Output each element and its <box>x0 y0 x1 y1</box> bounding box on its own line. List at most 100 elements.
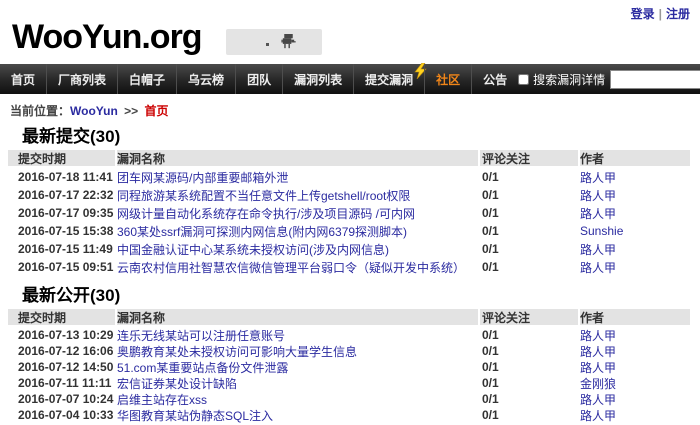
comment-follow-count: 0/1 <box>480 224 578 238</box>
author-link[interactable]: 路人甲 <box>580 343 690 360</box>
author-link[interactable]: 路人甲 <box>580 407 690 424</box>
author-link[interactable]: 路人甲 <box>580 169 690 186</box>
comment-follow-count: 0/1 <box>480 328 578 342</box>
nav-item-vendor-list[interactable]: 厂商列表 <box>46 64 117 94</box>
author-link[interactable]: 路人甲 <box>580 359 690 376</box>
column-header: 漏洞名称 <box>117 150 478 166</box>
table-row: 2016-07-17 09:35网级计量自动化系统存在命令执行/涉及项目源码 /… <box>8 204 692 222</box>
column-header: 提交时期 <box>8 150 115 166</box>
submit-date: 2016-07-15 15:38 <box>8 224 115 238</box>
author-link[interactable]: 路人甲 <box>580 241 690 258</box>
table-row: 2016-07-15 15:38360某处ssrf漏洞可探测内网信息(附内网63… <box>8 222 692 240</box>
nav-item-teams[interactable]: 团队 <box>235 64 282 94</box>
submit-date: 2016-07-11 11:11 <box>8 376 115 390</box>
table-header-row: 提交时期漏洞名称评论关注作者 <box>8 150 692 166</box>
nav-item-label: 提交漏洞 <box>365 71 413 88</box>
vuln-title-link[interactable]: 中国金融认证中心某系统未授权访问(涉及内网信息) <box>117 241 478 258</box>
nav-item-white-hats[interactable]: 白帽子 <box>117 64 176 94</box>
table-row: 2016-07-15 09:51云南农村信用社智慧农信微信管理平台弱口令（疑似开… <box>8 258 692 276</box>
nav-item-vuln-list[interactable]: 漏洞列表 <box>282 64 353 94</box>
comment-follow-count: 0/1 <box>480 260 578 274</box>
table-body: 2016-07-18 11:41团车网某源码/内部重要邮箱外泄0/1路人甲201… <box>8 166 692 279</box>
search-bar: 搜索漏洞详情 <box>518 64 700 94</box>
table-row: 2016-07-04 10:33华图教育某站伪静态SQL注入0/1路人甲 <box>8 407 692 423</box>
submit-date: 2016-07-18 11:41 <box>8 170 115 184</box>
vuln-title-link[interactable]: 团车网某源码/内部重要邮箱外泄 <box>117 169 478 186</box>
author-link[interactable]: 路人甲 <box>580 205 690 222</box>
vuln-title-link[interactable]: 连乐无线某站可以注册任意账号 <box>117 327 478 344</box>
section-title: 最新公开(30) <box>8 279 692 309</box>
author-link[interactable]: 路人甲 <box>580 259 690 276</box>
site-logo[interactable]: WooYun.org <box>12 18 202 57</box>
latest-public-table: 提交时期漏洞名称评论关注作者 2016-07-13 10:29连乐无线某站可以注… <box>8 309 692 425</box>
column-header: 作者 <box>580 150 690 166</box>
breadcrumb-wooyun-link[interactable]: WooYun <box>70 104 118 118</box>
comment-follow-count: 0/1 <box>480 408 578 422</box>
vuln-title-link[interactable]: 360某处ssrf漏洞可探测内网信息(附内网6379探测脚本) <box>117 223 478 240</box>
register-link[interactable]: 注册 <box>666 7 690 21</box>
author-link[interactable]: 路人甲 <box>580 391 690 408</box>
latest-submissions-section: 最新提交(30) 提交时期漏洞名称评论关注作者 2016-07-18 11:41… <box>8 120 692 279</box>
column-header: 作者 <box>580 309 690 325</box>
table-row: 2016-07-12 14:5051.com某重要站点备份文件泄露0/1路人甲 <box>8 359 692 375</box>
site-header: 登录|注册 WooYun.org <box>0 0 700 64</box>
nav-item-home[interactable]: 首页 <box>0 64 46 94</box>
latest-public-section: 最新公开(30) 提交时期漏洞名称评论关注作者 2016-07-13 10:29… <box>8 279 692 425</box>
vuln-title-link[interactable]: 启维主站存在xss <box>117 391 478 408</box>
wooyun-homepage: 登录|注册 WooYun.org 首页 厂商列表 白帽子 乌云榜 团队 <box>0 0 700 425</box>
comment-follow-count: 0/1 <box>480 188 578 202</box>
comment-follow-count: 0/1 <box>480 242 578 256</box>
vuln-title-link[interactable]: 奥鹏教育某处未授权访问可影响大量学生信息 <box>117 343 478 360</box>
author-link[interactable]: 金刚狼 <box>580 375 690 392</box>
submit-date: 2016-07-17 22:32 <box>8 188 115 202</box>
column-header: 提交时期 <box>8 309 115 325</box>
breadcrumb-home-link[interactable]: 首页 <box>145 104 169 118</box>
submit-date: 2016-07-12 14:50 <box>8 360 115 374</box>
vuln-title-link[interactable]: 51.com某重要站点备份文件泄露 <box>117 359 478 376</box>
vuln-title-link[interactable]: 华图教育某站伪静态SQL注入 <box>117 407 478 424</box>
section-title: 最新提交(30) <box>8 120 692 150</box>
breadcrumb: 当前位置：WooYun >> 首页 <box>0 94 700 120</box>
nav-item-community[interactable]: 社区 <box>424 64 471 94</box>
vuln-title-link[interactable]: 云南农村信用社智慧农信微信管理平台弱口令（疑似开发中系统） <box>117 259 478 276</box>
nav-item-wooyun-rank[interactable]: 乌云榜 <box>176 64 235 94</box>
comment-follow-count: 0/1 <box>480 392 578 406</box>
table-row: 2016-07-17 22:32同程旅游某系统配置不当任意文件上传getshel… <box>8 186 692 204</box>
comment-follow-count: 0/1 <box>480 170 578 184</box>
vuln-title-link[interactable]: 网级计量自动化系统存在命令执行/涉及项目源码 /可内网 <box>117 205 478 222</box>
submit-date: 2016-07-07 10:24 <box>8 392 115 406</box>
submit-date: 2016-07-13 10:29 <box>8 328 115 342</box>
author-link[interactable]: 路人甲 <box>580 187 690 204</box>
placeholder-dot <box>266 43 269 46</box>
nav-item-announcements[interactable]: 公告 <box>471 64 518 94</box>
dino-icon <box>280 34 297 51</box>
table-row: 2016-07-18 11:41团车网某源码/内部重要邮箱外泄0/1路人甲 <box>8 168 692 186</box>
main-content: 最新提交(30) 提交时期漏洞名称评论关注作者 2016-07-18 11:41… <box>0 120 700 425</box>
vuln-title-link[interactable]: 宏信证券某处设计缺陷 <box>117 375 478 392</box>
search-scope-checkbox[interactable] <box>518 74 529 85</box>
author-link[interactable]: Sunshie <box>580 224 690 238</box>
search-checkbox-label: 搜索漏洞详情 <box>533 71 605 88</box>
table-row: 2016-07-07 10:24启维主站存在xss0/1路人甲 <box>8 391 692 407</box>
column-header: 评论关注 <box>480 309 578 325</box>
column-header: 漏洞名称 <box>117 309 478 325</box>
breadcrumb-prefix: 当前位置： <box>10 104 70 118</box>
submit-date: 2016-07-17 09:35 <box>8 206 115 220</box>
vuln-title-link[interactable]: 同程旅游某系统配置不当任意文件上传getshell/root权限 <box>117 187 478 204</box>
author-link[interactable]: 路人甲 <box>580 327 690 344</box>
comment-follow-count: 0/1 <box>480 360 578 374</box>
nav-item-submit-vuln[interactable]: 提交漏洞 <box>353 64 424 94</box>
table-row: 2016-07-12 16:06奥鹏教育某处未授权访问可影响大量学生信息0/1路… <box>8 343 692 359</box>
search-input[interactable] <box>610 70 700 89</box>
table-row: 2016-07-11 11:11宏信证券某处设计缺陷0/1金刚狼 <box>8 375 692 391</box>
column-header: 评论关注 <box>480 150 578 166</box>
table-row: 2016-07-15 11:49中国金融认证中心某系统未授权访问(涉及内网信息)… <box>8 240 692 258</box>
submit-date: 2016-07-04 10:33 <box>8 408 115 422</box>
broken-image-placeholder <box>226 29 322 55</box>
auth-links: 登录|注册 <box>631 5 690 22</box>
latest-submissions-table: 提交时期漏洞名称评论关注作者 2016-07-18 11:41团车网某源码/内部… <box>8 150 692 279</box>
submit-date: 2016-07-15 09:51 <box>8 260 115 274</box>
login-link[interactable]: 登录 <box>631 7 655 21</box>
breadcrumb-separator: >> <box>124 104 138 118</box>
comment-follow-count: 0/1 <box>480 376 578 390</box>
